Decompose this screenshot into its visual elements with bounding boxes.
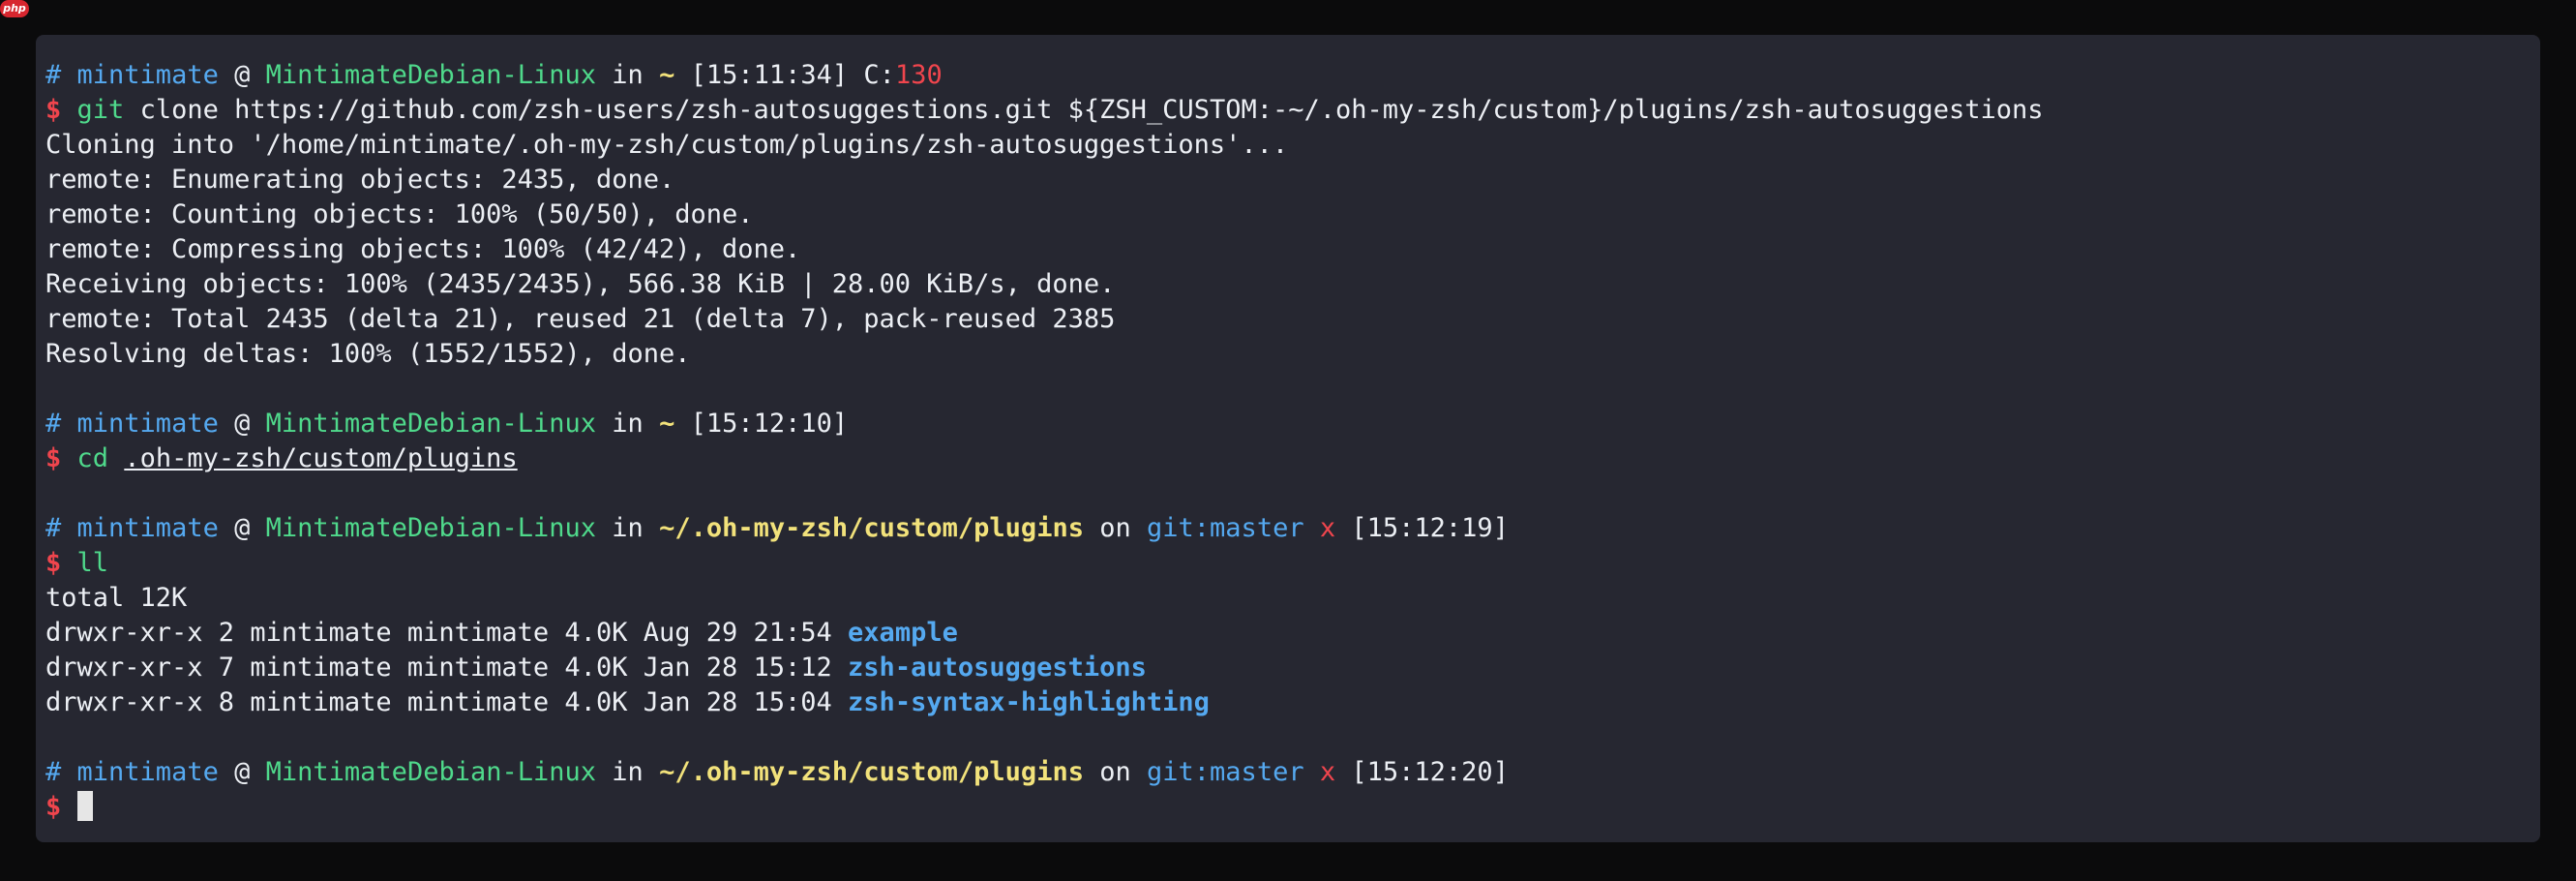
command-input-line[interactable]: $: [45, 790, 2540, 825]
prompt-on: on: [1099, 757, 1131, 787]
prompt-in: in: [612, 60, 644, 90]
prompt-line: # mintimate @ MintimateDebian-Linux in ~…: [45, 755, 2540, 790]
prompt-at: @: [234, 513, 251, 543]
command-name: ll: [76, 548, 109, 578]
git-dirty-marker: x: [1319, 513, 1336, 543]
prompt-in: in: [612, 409, 644, 439]
terminal-window[interactable]: # mintimate @ MintimateDebian-Linux in ~…: [36, 35, 2540, 842]
prompt-host: MintimateDebian-Linux: [265, 757, 597, 787]
git-label: git:: [1147, 513, 1211, 543]
prompt-path: ~: [659, 60, 675, 90]
prompt-path: ~: [659, 409, 675, 439]
listing-dir-name: zsh-autosuggestions: [848, 653, 1147, 683]
exit-code-value: 130: [894, 60, 943, 90]
git-label: git:: [1147, 757, 1211, 787]
output-line: remote: Compressing objects: 100% (42/42…: [45, 234, 801, 264]
listing-dir-name: zsh-syntax-highlighting: [848, 687, 1210, 717]
prompt-line: # mintimate @ MintimateDebian-Linux in ~…: [45, 511, 2540, 546]
git-dirty-marker: x: [1319, 757, 1336, 787]
prompt-line: # mintimate @ MintimateDebian-Linux in ~…: [45, 58, 2540, 93]
prompt-dollar: $: [45, 792, 62, 822]
command-line: $ git clone https://github.com/zsh-users…: [45, 93, 2540, 128]
prompt-hash: #: [45, 60, 62, 90]
listing-row: drwxr-xr-x 7 mintimate mintimate 4.0K Ja…: [45, 651, 2540, 685]
prompt-host: MintimateDebian-Linux: [265, 409, 597, 439]
prompt-at: @: [234, 409, 251, 439]
prompt-on: on: [1099, 513, 1131, 543]
prompt-time: [15:12:20]: [1351, 757, 1509, 787]
prompt-dollar: $: [45, 95, 62, 125]
exit-code-label: C:: [863, 60, 895, 90]
listing-row: drwxr-xr-x 8 mintimate mintimate 4.0K Ja…: [45, 685, 2540, 720]
prompt-hash: #: [45, 409, 62, 439]
output-line: remote: Enumerating objects: 2435, done.: [45, 165, 675, 195]
php-logo-icon: php: [0, 0, 29, 17]
prompt-time: [15:12:10]: [690, 409, 849, 439]
prompt-time: [15:12:19]: [1351, 513, 1509, 543]
output-line: remote: Counting objects: 100% (50/50), …: [45, 199, 754, 229]
listing-dir-name: example: [848, 618, 958, 648]
prompt-at: @: [234, 757, 251, 787]
git-branch: master: [1210, 757, 1304, 787]
output-line: Resolving deltas: 100% (1552/1552), done…: [45, 339, 691, 369]
prompt-dollar: $: [45, 548, 62, 578]
prompt-at: @: [234, 60, 251, 90]
prompt-user: mintimate: [76, 513, 219, 543]
listing-meta: drwxr-xr-x 2 mintimate mintimate 4.0K Au…: [45, 618, 832, 648]
prompt-host: MintimateDebian-Linux: [265, 513, 597, 543]
prompt-path: ~/.oh-my-zsh/custom/plugins: [659, 757, 1084, 787]
prompt-user: mintimate: [76, 409, 219, 439]
command-args: clone https://github.com/zsh-users/zsh-a…: [139, 95, 2044, 125]
prompt-user: mintimate: [76, 757, 219, 787]
command-name: git: [76, 95, 125, 125]
listing-row: drwxr-xr-x 2 mintimate mintimate 4.0K Au…: [45, 616, 2540, 651]
git-branch: master: [1210, 513, 1304, 543]
command-name: cd: [76, 443, 109, 473]
prompt-path: ~/.oh-my-zsh/custom/plugins: [659, 513, 1084, 543]
prompt-time: [15:11:34]: [690, 60, 849, 90]
command-path-arg[interactable]: .oh-my-zsh/custom/plugins: [124, 443, 517, 473]
command-line: $ ll: [45, 546, 2540, 581]
prompt-line: # mintimate @ MintimateDebian-Linux in ~…: [45, 407, 2540, 441]
text-cursor[interactable]: [76, 791, 93, 821]
prompt-in: in: [612, 513, 644, 543]
listing-meta: drwxr-xr-x 8 mintimate mintimate 4.0K Ja…: [45, 687, 832, 717]
command-line: $ cd .oh-my-zsh/custom/plugins: [45, 441, 2540, 476]
listing-meta: drwxr-xr-x 7 mintimate mintimate 4.0K Ja…: [45, 653, 832, 683]
prompt-hash: #: [45, 757, 62, 787]
prompt-in: in: [612, 757, 644, 787]
prompt-hash: #: [45, 513, 62, 543]
output-line: Receiving objects: 100% (2435/2435), 566…: [45, 269, 1116, 299]
prompt-user: mintimate: [76, 60, 219, 90]
prompt-dollar: $: [45, 443, 62, 473]
output-line: total 12K: [45, 583, 188, 613]
output-line: Cloning into '/home/mintimate/.oh-my-zsh…: [45, 130, 1289, 160]
output-line: remote: Total 2435 (delta 21), reused 21…: [45, 304, 1116, 334]
prompt-host: MintimateDebian-Linux: [265, 60, 597, 90]
